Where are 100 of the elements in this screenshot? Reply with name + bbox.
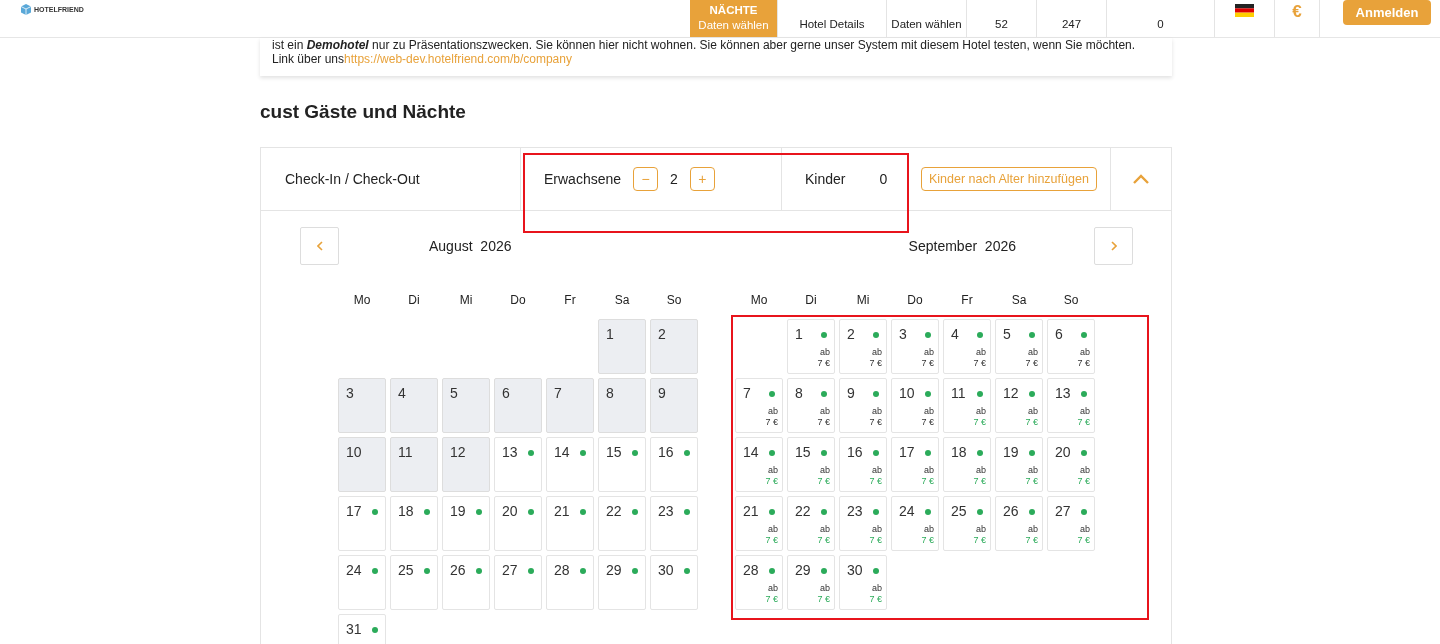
day-price: 7 € bbox=[817, 358, 830, 369]
previous-month-button[interactable] bbox=[300, 227, 339, 265]
calendar-day[interactable]: 31 bbox=[338, 614, 386, 644]
day-number: 26 bbox=[450, 562, 466, 578]
calendar-day[interactable]: 13 ab 7 € bbox=[1047, 378, 1095, 433]
day-number: 25 bbox=[398, 562, 414, 578]
price-prefix: ab bbox=[872, 406, 882, 417]
day-number: 29 bbox=[795, 562, 811, 578]
calendar-day[interactable]: 3 ab 7 € bbox=[891, 319, 939, 374]
calendar-day[interactable]: 23 bbox=[650, 496, 698, 551]
calendar-day[interactable]: 17 ab 7 € bbox=[891, 437, 939, 492]
flag-icon[interactable] bbox=[1235, 4, 1254, 17]
nav-tab[interactable]: Hotel Details bbox=[778, 0, 887, 37]
calendar-day[interactable]: 26 bbox=[442, 555, 490, 610]
calendar-day[interactable]: 20 bbox=[494, 496, 542, 551]
day-price: 7 € bbox=[817, 535, 830, 546]
day-number: 4 bbox=[951, 326, 959, 342]
next-month-button[interactable] bbox=[1094, 227, 1133, 265]
calendar-day[interactable]: 12 ab 7 € bbox=[995, 378, 1043, 433]
day-number: 8 bbox=[795, 385, 803, 401]
day-price: 7 € bbox=[1025, 476, 1038, 487]
day-number: 16 bbox=[847, 444, 863, 460]
day-number: 17 bbox=[346, 503, 362, 519]
calendar-day[interactable]: 6 ab 7 € bbox=[1047, 319, 1095, 374]
calendar-day[interactable]: 24 bbox=[338, 555, 386, 610]
calendar-day[interactable]: 29 bbox=[598, 555, 646, 610]
price-prefix: ab bbox=[976, 465, 986, 476]
day-number: 24 bbox=[346, 562, 362, 578]
calendar-day[interactable]: 17 bbox=[338, 496, 386, 551]
day-price: 7 € bbox=[1025, 358, 1038, 369]
calendar-day[interactable]: 29 ab 7 € bbox=[787, 555, 835, 610]
weekday-label: So bbox=[1062, 293, 1080, 307]
day-number: 9 bbox=[658, 385, 666, 401]
checkin-label[interactable]: Check-In / Check-Out bbox=[285, 171, 420, 187]
price-prefix: ab bbox=[1028, 406, 1038, 417]
calendar-day[interactable]: 11 ab 7 € bbox=[943, 378, 991, 433]
calendar-day[interactable]: 18 bbox=[390, 496, 438, 551]
calendar-day[interactable]: 21 bbox=[546, 496, 594, 551]
calendar-day[interactable]: 18 ab 7 € bbox=[943, 437, 991, 492]
day-number: 5 bbox=[1003, 326, 1011, 342]
calendar-day[interactable]: 23 ab 7 € bbox=[839, 496, 887, 551]
calendar-day[interactable]: 13 bbox=[494, 437, 542, 492]
day-number: 30 bbox=[847, 562, 863, 578]
day-number: 19 bbox=[450, 503, 466, 519]
calendar-day[interactable]: 1 ab 7 € bbox=[787, 319, 835, 374]
day-number: 28 bbox=[743, 562, 759, 578]
calendar-day[interactable]: 15 bbox=[598, 437, 646, 492]
calendar-day[interactable]: 27 bbox=[494, 555, 542, 610]
day-number: 15 bbox=[606, 444, 622, 460]
price-prefix: ab bbox=[1080, 524, 1090, 535]
calendar-day[interactable]: 28 ab 7 € bbox=[735, 555, 783, 610]
day-number: 17 bbox=[899, 444, 915, 460]
day-price: 7 € bbox=[869, 358, 882, 369]
day-number: 1 bbox=[606, 326, 614, 342]
calendar-day[interactable]: 7 ab 7 € bbox=[735, 378, 783, 433]
price-prefix: ab bbox=[768, 465, 778, 476]
calendar-day[interactable]: 30 ab 7 € bbox=[839, 555, 887, 610]
nav-count: 52 bbox=[967, 0, 1037, 37]
calendar-day[interactable]: 9 ab 7 € bbox=[839, 378, 887, 433]
price-prefix: ab bbox=[872, 465, 882, 476]
calendar-day[interactable]: 15 ab 7 € bbox=[787, 437, 835, 492]
calendar-day[interactable]: 16 ab 7 € bbox=[839, 437, 887, 492]
day-price: 7 € bbox=[869, 594, 882, 605]
price-prefix: ab bbox=[820, 406, 830, 417]
calendar-day[interactable]: 19 ab 7 € bbox=[995, 437, 1043, 492]
weekday-label: Do bbox=[906, 293, 924, 307]
calendar-day[interactable]: 2 ab 7 € bbox=[839, 319, 887, 374]
calendar-day[interactable]: 27 ab 7 € bbox=[1047, 496, 1095, 551]
calendar-day[interactable]: 14 bbox=[546, 437, 594, 492]
chevron-icon[interactable] bbox=[1133, 174, 1149, 184]
calendar-day[interactable]: 26 ab 7 € bbox=[995, 496, 1043, 551]
calendar-day[interactable]: 8 ab 7 € bbox=[787, 378, 835, 433]
day-price: 7 € bbox=[1077, 476, 1090, 487]
calendar-day[interactable]: 16 bbox=[650, 437, 698, 492]
calendar-day[interactable]: 25 bbox=[390, 555, 438, 610]
calendar-day[interactable]: 10 ab 7 € bbox=[891, 378, 939, 433]
nav-tab[interactable]: Daten wählen bbox=[887, 0, 967, 37]
day-number: 22 bbox=[606, 503, 622, 519]
calendar-day[interactable]: 20 ab 7 € bbox=[1047, 437, 1095, 492]
day-number: 2 bbox=[658, 326, 666, 342]
calendar-day[interactable]: 28 bbox=[546, 555, 594, 610]
calendar-day[interactable]: 14 ab 7 € bbox=[735, 437, 783, 492]
calendar-day[interactable]: 21 ab 7 € bbox=[735, 496, 783, 551]
day-number: 8 bbox=[606, 385, 614, 401]
day-number: 29 bbox=[606, 562, 622, 578]
price-prefix: ab bbox=[924, 347, 934, 358]
calendar-day[interactable]: 25 ab 7 € bbox=[943, 496, 991, 551]
calendar-day[interactable]: 24 ab 7 € bbox=[891, 496, 939, 551]
price-prefix: ab bbox=[924, 524, 934, 535]
info-text: ist ein Demohotel nur zu Präsentationszwecken. Sie können hier nicht wohnen. Sie können aber gerne unser System mit diesem Hotel testen, wenn Sie möchten. bbox=[272, 38, 1137, 52]
calendar-day[interactable]: 5 ab 7 € bbox=[995, 319, 1043, 374]
calendar-day[interactable]: 22 ab 7 € bbox=[787, 496, 835, 551]
calendar-day[interactable]: 22 bbox=[598, 496, 646, 551]
calendar-day[interactable]: 19 bbox=[442, 496, 490, 551]
children-count: 0 bbox=[879, 171, 888, 187]
calendar-day[interactable]: 30 bbox=[650, 555, 698, 610]
calendar-day[interactable]: 4 ab 7 € bbox=[943, 319, 991, 374]
day-price: 7 € bbox=[765, 417, 778, 428]
day-number: 11 bbox=[951, 385, 966, 401]
day-number: 26 bbox=[1003, 503, 1019, 519]
